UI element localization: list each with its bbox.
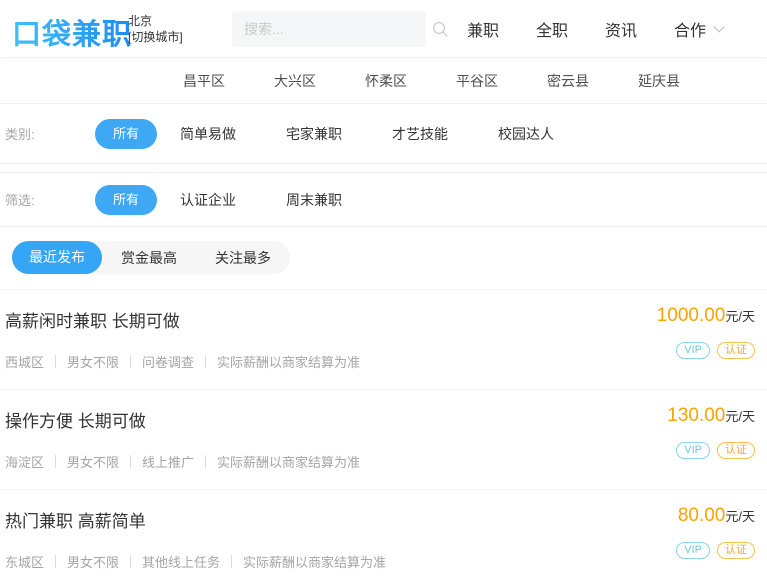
job-district: 东城区: [5, 555, 45, 570]
job-category: 其他线上任务: [142, 555, 221, 570]
sort-bar: 最近发布 赏金最高 关注最多: [0, 227, 767, 290]
screen-filter-row: 筛选: 所有 认证企业 周末兼职: [0, 173, 767, 226]
vip-badge: VIP: [676, 542, 710, 559]
category-options: 简单易做 宅家兼职 才艺技能 校园达人: [0, 124, 554, 144]
district-item-huairou[interactable]: 怀柔区: [365, 71, 407, 91]
job-category: 线上推广: [142, 455, 195, 470]
district-item-daxing[interactable]: 大兴区: [274, 71, 316, 91]
district-item-yanqing[interactable]: 延庆县: [638, 71, 680, 91]
search-input[interactable]: [232, 21, 431, 37]
job-pay-note: 实际薪酬以商家结算为准: [243, 555, 387, 570]
switch-city-link[interactable]: [切换城市]: [128, 29, 183, 45]
district-item-changping[interactable]: 昌平区: [183, 71, 225, 91]
job-gender: 男女不限: [67, 555, 120, 570]
vip-badge: VIP: [676, 442, 710, 459]
meta-separator: [55, 355, 57, 368]
category-filter-label: 类别:: [5, 127, 35, 142]
job-district: 海淀区: [5, 455, 45, 470]
price-amount: 80.00: [677, 505, 726, 526]
job-price: 130.00元/天: [667, 405, 755, 427]
meta-separator: [205, 355, 207, 368]
meta-separator: [205, 455, 207, 468]
screen-all-pill[interactable]: 所有: [95, 184, 158, 215]
district-filter-row: 昌平区 大兴区 怀柔区 平谷区 密云县 延庆县: [0, 58, 767, 104]
category-filter-row: 类别: 所有 简单易做 宅家兼职 才艺技能 校园达人: [0, 104, 767, 163]
job-badges: VIP 认证: [676, 442, 755, 459]
sort-tab-most-followed[interactable]: 关注最多: [196, 248, 290, 268]
top-header: 口袋兼职 北京 [切换城市] 兼职 全职 资讯 合作: [0, 0, 767, 58]
job-price: 80.00元/天: [678, 505, 755, 527]
section-gap: [0, 163, 767, 173]
nav-cooperation-label[interactable]: 合作: [674, 17, 706, 41]
meta-separator: [130, 455, 132, 468]
job-row[interactable]: 热门兼职 高薪简单 东城区 男女不限 其他线上任务 实际薪酬以商家结算为准 80…: [0, 490, 767, 587]
meta-separator: [130, 555, 132, 568]
price-unit: 元/天: [725, 509, 755, 524]
job-title[interactable]: 热门兼职 高薪简单: [5, 507, 585, 532]
sort-tab-latest[interactable]: 最近发布: [12, 241, 102, 274]
job-title[interactable]: 操作方便 长期可做: [5, 407, 585, 432]
verified-badge: 认证: [717, 342, 755, 359]
screen-option-weekend[interactable]: 周末兼职: [286, 190, 342, 210]
job-badges: VIP 认证: [676, 342, 755, 359]
job-meta: 海淀区 男女不限 线上推广 实际薪酬以商家结算为准: [5, 452, 755, 471]
job-category: 问卷调查: [142, 355, 195, 370]
job-pay-note: 实际薪酬以商家结算为准: [217, 455, 361, 470]
meta-separator: [130, 355, 132, 368]
district-item-miyun[interactable]: 密云县: [547, 71, 589, 91]
job-badges: VIP 认证: [676, 542, 755, 559]
job-meta: 西城区 男女不限 问卷调查 实际薪酬以商家结算为准: [5, 352, 755, 371]
job-row[interactable]: 操作方便 长期可做 海淀区 男女不限 线上推广 实际薪酬以商家结算为准 130.…: [0, 390, 767, 490]
category-option-talent[interactable]: 才艺技能: [392, 124, 448, 144]
job-list: 高薪闲时兼职 长期可做 西城区 男女不限 问卷调查 实际薪酬以商家结算为准 10…: [0, 290, 767, 587]
verified-badge: 认证: [717, 442, 755, 459]
nav-cooperation[interactable]: 合作: [674, 17, 725, 41]
vip-badge: VIP: [676, 342, 710, 359]
city-block: 北京 [切换城市]: [128, 13, 183, 45]
current-city-label: 北京: [128, 14, 153, 28]
verified-badge: 认证: [717, 542, 755, 559]
category-all-pill[interactable]: 所有: [95, 118, 158, 149]
district-item-pinggu[interactable]: 平谷区: [456, 71, 498, 91]
sort-tab-highest-pay[interactable]: 赏金最高: [102, 248, 196, 268]
category-option-campus[interactable]: 校园达人: [498, 124, 554, 144]
job-row[interactable]: 高薪闲时兼职 长期可做 西城区 男女不限 问卷调查 实际薪酬以商家结算为准 10…: [0, 290, 767, 390]
price-unit: 元/天: [725, 409, 755, 424]
job-pay-note: 实际薪酬以商家结算为准: [217, 355, 361, 370]
category-option-home[interactable]: 宅家兼职: [286, 124, 342, 144]
price-amount: 130.00: [667, 405, 726, 426]
job-meta: 东城区 男女不限 其他线上任务 实际薪酬以商家结算为准: [5, 552, 755, 571]
nav-full-time[interactable]: 全职: [536, 17, 568, 41]
main-nav: 兼职 全职 资讯 合作: [467, 0, 725, 58]
job-price: 1000.00元/天: [657, 305, 755, 327]
sort-tab-group: 最近发布 赏金最高 关注最多: [12, 241, 290, 274]
job-district: 西城区: [5, 355, 45, 370]
site-logo[interactable]: 口袋兼职: [12, 11, 132, 53]
meta-separator: [231, 555, 233, 568]
nav-news[interactable]: 资讯: [605, 17, 637, 41]
price-amount: 1000.00: [656, 305, 726, 326]
search-box[interactable]: [232, 11, 448, 47]
job-gender: 男女不限: [67, 455, 120, 470]
price-unit: 元/天: [725, 309, 755, 324]
job-gender: 男女不限: [67, 355, 120, 370]
job-title[interactable]: 高薪闲时兼职 长期可做: [5, 307, 585, 332]
category-option-easy[interactable]: 简单易做: [180, 124, 236, 144]
screen-filter-label: 筛选:: [5, 193, 35, 208]
nav-part-time[interactable]: 兼职: [467, 17, 499, 41]
chevron-down-icon: [713, 21, 725, 33]
meta-separator: [55, 455, 57, 468]
screen-options: 认证企业 周末兼职: [0, 190, 342, 210]
search-icon[interactable]: [431, 20, 449, 38]
screen-option-verified-company[interactable]: 认证企业: [180, 190, 236, 210]
meta-separator: [55, 555, 57, 568]
